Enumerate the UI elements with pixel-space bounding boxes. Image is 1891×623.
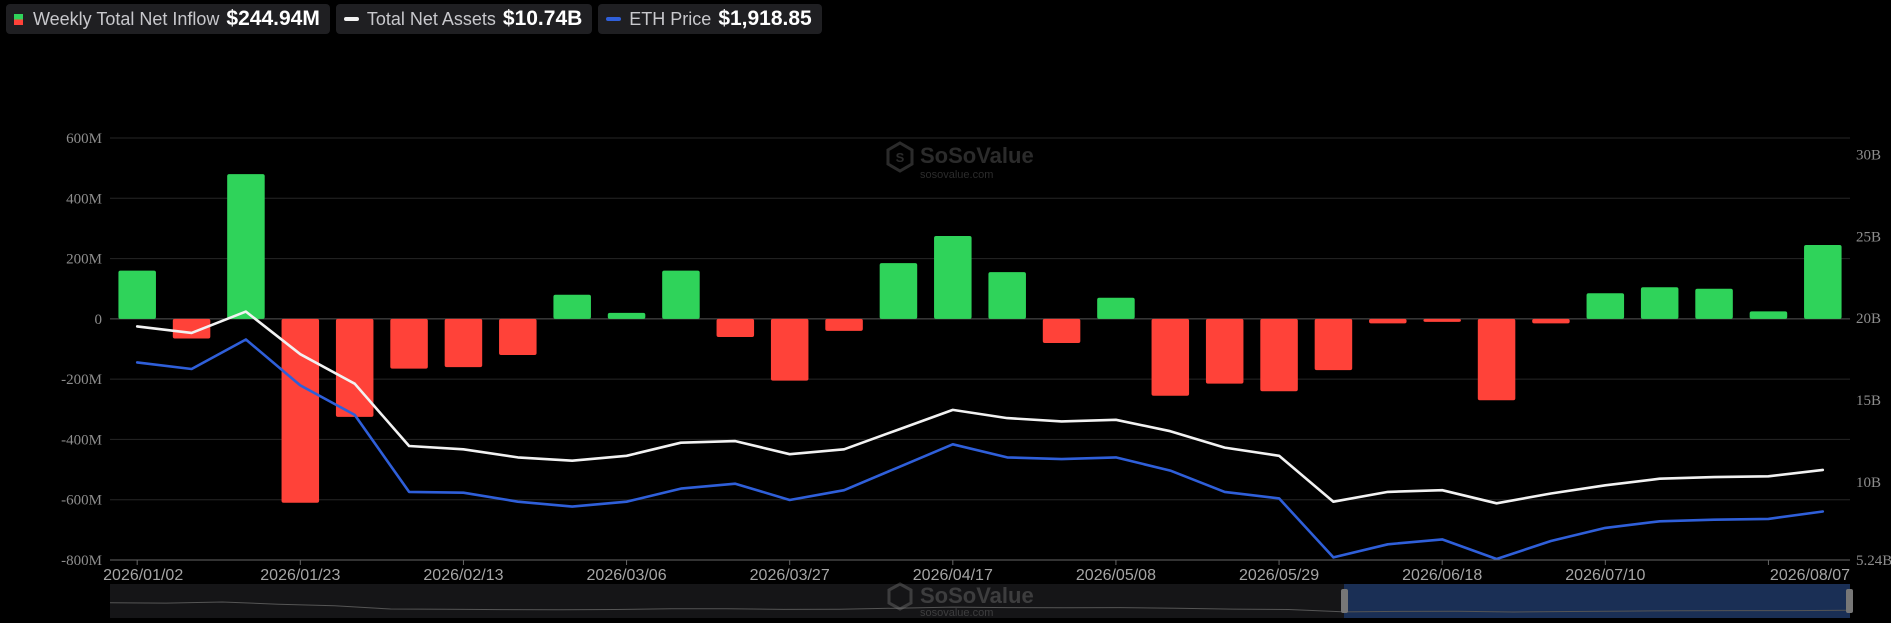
y-axis-left: -800M -600M -400M -200M 0 200M 400M 600M xyxy=(61,131,102,569)
y-left-tick-label: -400M xyxy=(61,432,102,448)
x-tick-label: 2026/03/27 xyxy=(750,567,830,584)
y-left-tick-label: -600M xyxy=(61,493,102,509)
inflow-bar-negative[interactable] xyxy=(1205,318,1244,384)
inflow-bar-positive[interactable] xyxy=(988,272,1026,319)
inflow-bar-negative[interactable] xyxy=(390,318,428,369)
x-tick-label: 2026/04/17 xyxy=(913,567,993,584)
inflow-bar-negative[interactable] xyxy=(825,318,863,331)
navigator-left-handle[interactable] xyxy=(1341,589,1348,613)
inflow-bar-positive[interactable] xyxy=(879,263,918,319)
y-left-tick-label: -200M xyxy=(61,372,102,388)
x-tick-label: 2026/05/29 xyxy=(1239,567,1319,584)
navigator-selection[interactable] xyxy=(1344,584,1850,618)
y-right-tick-label: 20B xyxy=(1856,311,1881,327)
x-tick-label: 2026/05/08 xyxy=(1076,567,1156,584)
y-left-tick-label: 0 xyxy=(95,312,103,328)
inflow-bar-positive[interactable] xyxy=(1749,311,1788,319)
inflow-bar-positive[interactable] xyxy=(1097,297,1135,319)
inflow-bar-negative[interactable] xyxy=(1532,318,1570,324)
inflow-bar-negative[interactable] xyxy=(1151,318,1190,396)
total-net-assets-line[interactable] xyxy=(135,310,1825,505)
x-tick-label: 2026/02/13 xyxy=(423,567,503,584)
series-lines xyxy=(135,310,1825,561)
y-axis-right: 5.24B 10B 15B 20B 25B 30B xyxy=(1856,147,1891,569)
eth-price-line[interactable] xyxy=(135,338,1825,561)
navigator-right-handle[interactable] xyxy=(1846,589,1853,613)
y-right-tick-label: 5.24B xyxy=(1856,553,1891,569)
inflow-bars xyxy=(118,174,1842,503)
y-left-tick-label: 600M xyxy=(66,131,102,147)
x-tick-label: 2026/06/18 xyxy=(1402,567,1482,584)
x-tick-label: 2026/03/06 xyxy=(587,567,667,584)
x-axis: 2026/01/02 2026/01/23 2026/02/13 2026/03/06… xyxy=(103,559,1850,584)
inflow-bar-negative[interactable] xyxy=(716,318,755,337)
inflow-bar-positive[interactable] xyxy=(1804,245,1842,319)
inflow-bar-negative[interactable] xyxy=(1477,318,1516,401)
svg-text:S: S xyxy=(896,150,905,165)
watermark-domain: sosovalue.com xyxy=(920,169,993,181)
y-left-tick-label: -800M xyxy=(61,553,102,569)
y-right-tick-label: 30B xyxy=(1856,147,1881,163)
inflow-bar-positive[interactable] xyxy=(118,270,156,319)
x-tick-label: 2026/01/02 xyxy=(103,567,183,584)
y-left-tick-label: 400M xyxy=(66,191,102,207)
inflow-bar-positive[interactable] xyxy=(934,235,972,319)
watermark-name: SoSoValue xyxy=(920,143,1034,168)
inflow-bar-negative[interactable] xyxy=(281,318,320,503)
inflow-bar-positive[interactable] xyxy=(553,294,591,319)
inflow-bar-negative[interactable] xyxy=(770,318,809,381)
y-right-tick-label: 15B xyxy=(1856,393,1881,409)
x-tick-label: 2026/08/07 xyxy=(1770,567,1850,584)
inflow-bar-positive[interactable] xyxy=(1586,293,1625,319)
inflow-bar-negative[interactable] xyxy=(335,318,374,417)
inflow-bar-negative[interactable] xyxy=(1423,318,1461,322)
y-right-tick-label: 10B xyxy=(1856,475,1881,491)
inflow-bar-positive[interactable] xyxy=(1695,288,1733,319)
inflow-bar-positive[interactable] xyxy=(607,312,646,319)
inflow-bar-positive[interactable] xyxy=(662,270,700,319)
inflow-bar-negative[interactable] xyxy=(1314,318,1353,371)
inflow-bar-negative[interactable] xyxy=(499,318,537,356)
navigator-watermark-name: SoSoValue xyxy=(920,583,1034,608)
y-left-tick-label: 200M xyxy=(66,252,102,268)
navigator-watermark-domain: sosovalue.com xyxy=(920,607,993,619)
watermark-logo-icon: S xyxy=(886,141,914,173)
inflow-bar-negative[interactable] xyxy=(1260,318,1298,392)
inflow-bar-positive[interactable] xyxy=(227,174,265,319)
etf-flow-chart: S SoSoValue sosovalue.com -800M -600M -400… xyxy=(61,131,1891,619)
y-right-tick-label: 25B xyxy=(1856,229,1881,245)
inflow-bar-negative[interactable] xyxy=(444,318,483,368)
x-tick-label: 2026/01/23 xyxy=(260,567,340,584)
inflow-bar-negative[interactable] xyxy=(1042,318,1081,343)
inflow-bar-positive[interactable] xyxy=(1640,287,1679,319)
range-navigator[interactable]: SoSoValue sosovalue.com xyxy=(109,582,1853,619)
inflow-bar-negative[interactable] xyxy=(1369,318,1407,324)
x-tick-label: 2026/07/10 xyxy=(1565,567,1645,584)
watermark: S SoSoValue sosovalue.com xyxy=(886,141,1034,181)
